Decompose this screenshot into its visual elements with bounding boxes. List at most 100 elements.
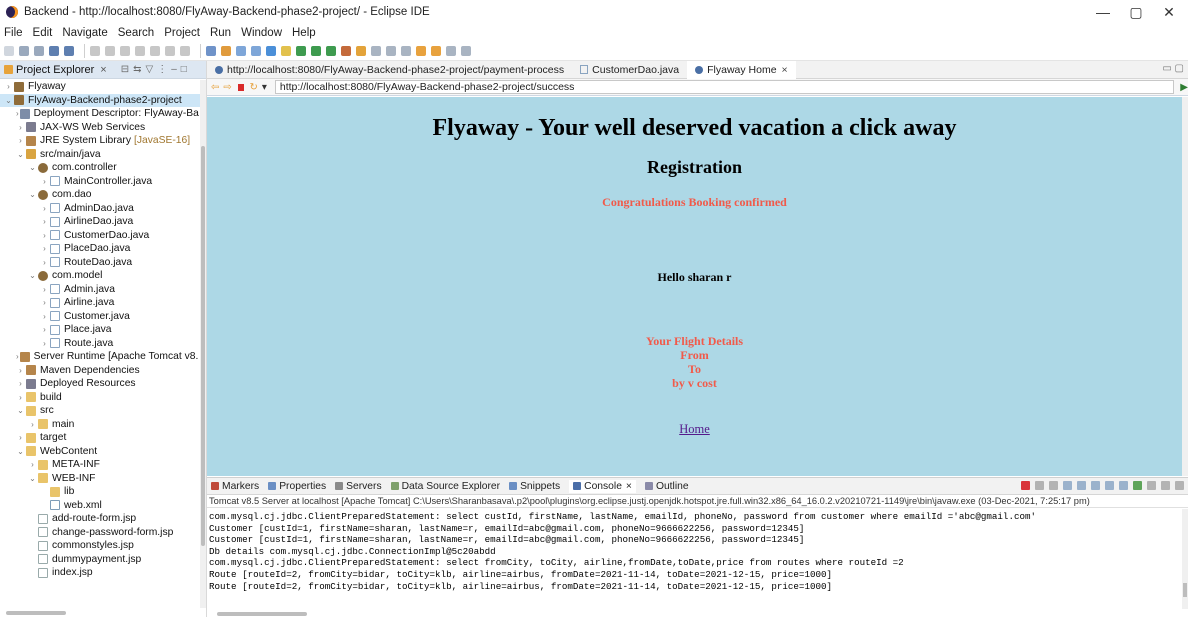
tree-item[interactable]: › target <box>0 431 200 445</box>
resume-icon[interactable] <box>90 45 100 56</box>
show-on-output-icon[interactable] <box>1105 481 1114 490</box>
tab-properties[interactable]: Properties <box>268 481 326 492</box>
console-scrollbar[interactable] <box>1182 509 1188 609</box>
close-icon[interactable]: × <box>626 481 632 492</box>
chevron-right-icon[interactable]: › <box>16 433 25 442</box>
chevron-down-icon[interactable]: ⌄ <box>16 150 25 159</box>
chevron-right-icon[interactable]: › <box>16 109 19 118</box>
editor-tab[interactable]: CustomerDao.java <box>572 61 687 79</box>
tree-item[interactable]: › Route.java <box>0 337 200 351</box>
chevron-down-icon[interactable]: ⌄ <box>28 474 37 483</box>
tree-item[interactable]: › Admin.java <box>0 283 200 297</box>
tree-item[interactable]: ⌄ src <box>0 404 200 418</box>
open-task-icon[interactable] <box>371 45 381 56</box>
step-into-icon[interactable] <box>150 45 160 56</box>
chevron-down-icon[interactable]: ⌄ <box>28 163 37 172</box>
chevron-right-icon[interactable]: › <box>28 460 37 469</box>
menu-edit[interactable]: Edit <box>33 27 53 39</box>
forward-icon[interactable] <box>431 45 441 56</box>
word-wrap-icon[interactable] <box>1091 481 1100 490</box>
back-icon[interactable]: ⇦ <box>211 82 219 93</box>
web-scrollbar[interactable] <box>1182 97 1188 476</box>
chevron-right-icon[interactable]: › <box>40 217 49 226</box>
tree-item[interactable]: › Deployed Resources <box>0 377 200 391</box>
annotation-prev-icon[interactable] <box>401 45 411 56</box>
display-console-icon[interactable] <box>1147 481 1156 490</box>
chevron-right-icon[interactable]: › <box>4 82 13 91</box>
tab-servers[interactable]: Servers <box>335 481 382 492</box>
editor-tab[interactable]: Flyaway Home × <box>687 60 796 79</box>
external-tools-icon[interactable] <box>341 45 351 56</box>
go-icon[interactable]: ▶ <box>1180 82 1188 93</box>
clear-console-icon[interactable] <box>1063 481 1072 490</box>
new-server-icon[interactable] <box>236 45 246 56</box>
browser-icon[interactable] <box>266 45 276 56</box>
step-over-icon[interactable] <box>165 45 175 56</box>
step-return-icon[interactable] <box>180 45 190 56</box>
chevron-right-icon[interactable]: › <box>40 339 49 348</box>
chevron-right-icon[interactable]: › <box>16 123 25 132</box>
pin-console-icon[interactable] <box>1133 481 1142 490</box>
chevron-right-icon[interactable]: › <box>16 379 25 388</box>
tree-item[interactable]: ⌄ FlyAway-Backend-phase2-project <box>0 93 200 107</box>
tree-item[interactable]: › JRE System Library [JavaSE-16] <box>0 134 200 148</box>
tree-item[interactable]: › Server Runtime [Apache Tomcat v8. <box>0 350 200 364</box>
chevron-down-icon[interactable]: ⌄ <box>28 190 37 199</box>
open-type-icon[interactable] <box>206 45 216 56</box>
remove-launch-icon[interactable] <box>1035 481 1044 490</box>
view-menu-icon[interactable]: ⋮ <box>157 64 171 75</box>
run-icon[interactable] <box>311 45 321 56</box>
tree-item[interactable]: commonstyles.jsp <box>0 539 200 553</box>
project-tree-scrollbar[interactable] <box>200 80 206 608</box>
tree-item[interactable]: ⌄ com.dao <box>0 188 200 202</box>
tree-item[interactable]: › build <box>0 391 200 405</box>
minimize-view-icon[interactable]: ‒ <box>171 64 181 75</box>
stop-icon[interactable] <box>237 83 245 91</box>
terminate-icon[interactable] <box>120 45 130 56</box>
chevron-right-icon[interactable]: › <box>40 325 49 334</box>
tree-item[interactable]: dummypayment.jsp <box>0 553 200 567</box>
tab-data-source-explorer[interactable]: Data Source Explorer <box>390 481 500 492</box>
tab-console[interactable]: Console × <box>569 479 636 493</box>
chevron-down-icon[interactable]: ⌄ <box>28 271 37 280</box>
debug-icon[interactable] <box>296 45 306 56</box>
close-icon[interactable]: × <box>100 64 106 76</box>
console-output[interactable]: com.mysql.cj.jdbc.ClientPreparedStatemen… <box>207 508 1188 592</box>
disconnect-icon[interactable] <box>135 45 145 56</box>
chevron-down-icon[interactable]: ⌄ <box>16 406 25 415</box>
annotation-next-icon[interactable] <box>386 45 396 56</box>
menu-file[interactable]: File <box>4 27 23 39</box>
home-link[interactable]: Home <box>207 422 1182 437</box>
chevron-right-icon[interactable]: › <box>40 177 49 186</box>
chevron-right-icon[interactable]: › <box>40 298 49 307</box>
search-icon[interactable] <box>281 45 291 56</box>
chevron-right-icon[interactable]: › <box>16 352 19 361</box>
url-input[interactable] <box>274 80 1175 94</box>
chevron-down-icon[interactable]: ⌄ <box>4 96 13 105</box>
tree-item[interactable]: ⌄ WebContent <box>0 445 200 459</box>
chevron-right-icon[interactable]: › <box>40 258 49 267</box>
pin-editor-icon[interactable] <box>446 45 456 56</box>
tree-item[interactable]: ⌄ com.model <box>0 269 200 283</box>
menu-run[interactable]: Run <box>210 27 231 39</box>
scrollbar-thumb[interactable] <box>1183 583 1187 597</box>
menu-window[interactable]: Window <box>241 27 282 39</box>
tree-item[interactable]: › PlaceDao.java <box>0 242 200 256</box>
skip-breakpoints-icon[interactable] <box>64 45 74 56</box>
web-services-icon[interactable] <box>221 45 231 56</box>
tree-item[interactable]: › AdminDao.java <box>0 202 200 216</box>
chevron-down-icon[interactable]: ▾ <box>262 82 267 93</box>
chevron-right-icon[interactable]: › <box>16 393 25 402</box>
chevron-right-icon[interactable]: › <box>16 366 25 375</box>
scrollbar-thumb[interactable] <box>201 146 205 546</box>
link-editor-icon[interactable]: ⇆ <box>133 64 145 75</box>
tree-item[interactable]: › RouteDao.java <box>0 256 200 270</box>
toggle-icon[interactable] <box>461 45 471 56</box>
chevron-right-icon[interactable]: › <box>40 312 49 321</box>
suspend-icon[interactable] <box>105 45 115 56</box>
tree-item[interactable]: index.jsp <box>0 566 200 580</box>
tree-item[interactable]: › CustomerDao.java <box>0 229 200 243</box>
connect-icon[interactable] <box>251 45 261 56</box>
minimize-view-icon[interactable] <box>1175 481 1184 490</box>
chevron-right-icon[interactable]: › <box>40 285 49 294</box>
